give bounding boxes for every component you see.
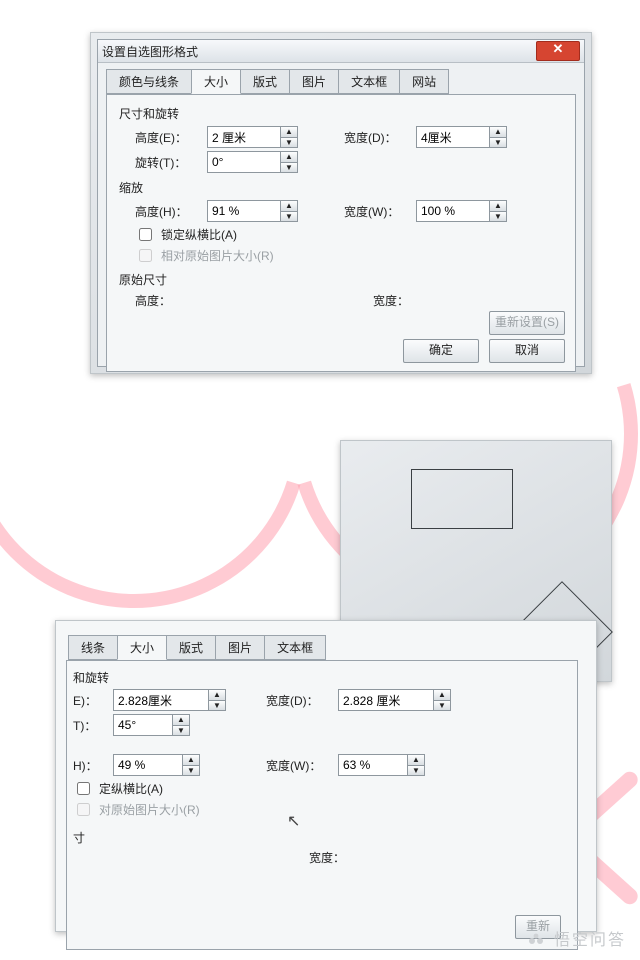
- height-label: 高度(E)：: [135, 129, 201, 146]
- spin-down-icon[interactable]: ▼: [173, 725, 189, 736]
- width-input[interactable]: [417, 127, 489, 147]
- scale-height-spinner[interactable]: ▲▼: [207, 200, 298, 222]
- scale-heading: 缩放: [119, 179, 563, 196]
- rotate-input[interactable]: [114, 715, 172, 735]
- height-spinner[interactable]: ▲▼: [207, 126, 298, 148]
- width-spinner[interactable]: ▲▼: [338, 689, 451, 711]
- width-label: 宽度(D)：: [266, 692, 332, 709]
- tab-layout[interactable]: 版式: [166, 635, 216, 660]
- scale-height-input[interactable]: [114, 755, 182, 775]
- tab-web[interactable]: 网站: [399, 69, 449, 94]
- rotate-spinner[interactable]: ▲▼: [207, 151, 298, 173]
- width-spinner[interactable]: ▲▼: [416, 126, 507, 148]
- relative-original-checkbox: 对原始图片大小(R): [73, 800, 565, 819]
- spin-down-icon[interactable]: ▼: [490, 137, 506, 148]
- spin-up-icon[interactable]: ▲: [490, 127, 506, 137]
- spin-up-icon[interactable]: ▲: [173, 715, 189, 725]
- screenshot-top: 设置自选图形格式 ✕ 颜色与线条 大小 版式 图片 文本框 网站 尺寸和旋转 高…: [90, 32, 592, 374]
- tab-color-lines[interactable]: 颜色与线条: [106, 69, 192, 94]
- spin-up-icon[interactable]: ▲: [183, 755, 199, 765]
- cancel-button[interactable]: 取消: [489, 339, 565, 363]
- dialog-title: 设置自选图形格式: [102, 43, 536, 60]
- scale-height-label: H)：: [73, 757, 107, 774]
- spin-up-icon[interactable]: ▲: [434, 690, 450, 700]
- screenshot-bottom: 线条 大小 版式 图片 文本框 和旋转 E)： ▲▼ 宽度(D)： ▲▼ T)：…: [55, 620, 597, 932]
- width-input[interactable]: [339, 690, 433, 710]
- rotate-input[interactable]: [208, 152, 280, 172]
- spin-down-icon[interactable]: ▼: [281, 162, 297, 173]
- spin-down-icon[interactable]: ▼: [209, 700, 225, 711]
- tab-picture[interactable]: 图片: [215, 635, 265, 660]
- scale-width-label: 宽度(W)：: [266, 757, 332, 774]
- spin-down-icon[interactable]: ▼: [490, 211, 506, 222]
- height-input[interactable]: [208, 127, 280, 147]
- spin-up-icon[interactable]: ▲: [490, 201, 506, 211]
- dialog-titlebar: 设置自选图形格式 ✕: [98, 40, 584, 63]
- size-rotate-heading: 和旋转: [73, 669, 565, 686]
- spin-down-icon[interactable]: ▼: [281, 211, 297, 222]
- orig-width-label: 宽度：: [309, 849, 375, 866]
- spin-up-icon[interactable]: ▲: [281, 201, 297, 211]
- size-rotate-heading: 尺寸和旋转: [119, 105, 563, 122]
- height-input[interactable]: [114, 690, 208, 710]
- format-autoshape-dialog: 设置自选图形格式 ✕ 颜色与线条 大小 版式 图片 文本框 网站 尺寸和旋转 高…: [97, 39, 585, 367]
- dialog-tabs: 颜色与线条 大小 版式 图片 文本框 网站: [98, 63, 584, 94]
- close-icon: ✕: [553, 41, 564, 56]
- tab-layout[interactable]: 版式: [240, 69, 290, 94]
- scale-height-spinner[interactable]: ▲▼: [113, 754, 200, 776]
- spin-up-icon[interactable]: ▲: [408, 755, 424, 765]
- tab-size[interactable]: 大小: [117, 635, 167, 660]
- spin-up-icon[interactable]: ▲: [281, 152, 297, 162]
- rotate-spinner[interactable]: ▲▼: [113, 714, 190, 736]
- spin-down-icon[interactable]: ▼: [434, 700, 450, 711]
- spin-down-icon[interactable]: ▼: [183, 765, 199, 776]
- original-size-heading: 原始尺寸: [119, 271, 563, 288]
- orig-width-label: 宽度：: [373, 292, 439, 309]
- relative-original-checkbox: 相对原始图片大小(R): [135, 246, 563, 265]
- spin-up-icon[interactable]: ▲: [209, 690, 225, 700]
- scale-height-input[interactable]: [208, 201, 280, 221]
- spin-down-icon[interactable]: ▼: [408, 765, 424, 776]
- width-label: 宽度(D)：: [344, 129, 410, 146]
- scale-width-spinner[interactable]: ▲▼: [338, 754, 425, 776]
- spin-up-icon[interactable]: ▲: [281, 127, 297, 137]
- watermark-logo-icon: [528, 933, 548, 949]
- tab-size[interactable]: 大小: [191, 69, 241, 94]
- rectangle-shape: [411, 469, 513, 529]
- close-button[interactable]: ✕: [536, 41, 580, 61]
- scale-width-label: 宽度(W)：: [344, 203, 410, 220]
- rotate-label: 旋转(T)：: [135, 154, 201, 171]
- lock-aspect-checkbox[interactable]: 锁定纵横比(A): [135, 225, 563, 244]
- rotate-label: T)：: [73, 717, 107, 734]
- lock-aspect-checkbox[interactable]: 定纵横比(A): [73, 779, 565, 798]
- original-size-heading: 寸: [73, 829, 565, 846]
- height-label: E)：: [73, 692, 107, 709]
- tab-picture[interactable]: 图片: [289, 69, 339, 94]
- scale-height-label: 高度(H)：: [135, 203, 201, 220]
- scale-width-input[interactable]: [339, 755, 407, 775]
- tab-textbox[interactable]: 文本框: [338, 69, 400, 94]
- scale-width-spinner[interactable]: ▲▼: [416, 200, 507, 222]
- tab-lines[interactable]: 线条: [68, 635, 118, 660]
- scale-width-input[interactable]: [417, 201, 489, 221]
- watermark: 悟空问答: [528, 926, 626, 950]
- size-panel: 尺寸和旋转 高度(E)： ▲▼ 宽度(D)： ▲▼ 旋转(T)： ▲▼ 缩放: [106, 94, 576, 372]
- cursor-icon: ↖: [287, 811, 300, 831]
- size-panel-partial: 线条 大小 版式 图片 文本框 和旋转 E)： ▲▼ 宽度(D)： ▲▼ T)：…: [56, 621, 596, 931]
- reset-button: 重新设置(S): [489, 311, 565, 335]
- ok-button[interactable]: 确定: [403, 339, 479, 363]
- orig-height-label: 高度：: [135, 292, 201, 309]
- spin-down-icon[interactable]: ▼: [281, 137, 297, 148]
- tab-textbox[interactable]: 文本框: [264, 635, 326, 660]
- height-spinner[interactable]: ▲▼: [113, 689, 226, 711]
